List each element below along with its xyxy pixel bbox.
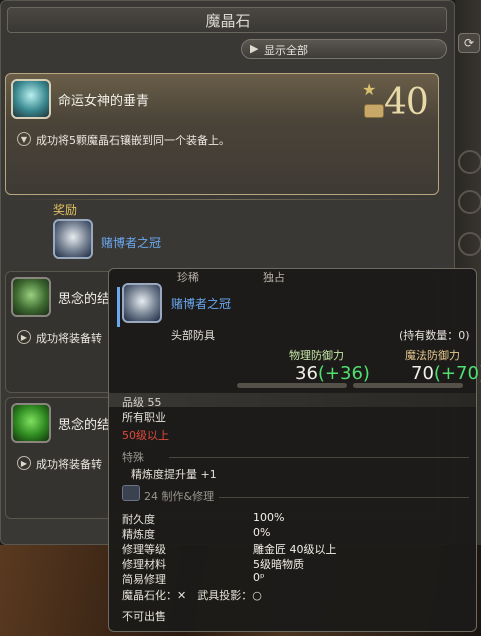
- stat-value: 100%: [253, 511, 285, 524]
- stat-label: 修理材料: [122, 558, 166, 571]
- unsellable-note: 不可出售: [122, 610, 166, 623]
- item-level: 品级 55: [122, 396, 162, 409]
- expand-icon[interactable]: ▶: [17, 456, 31, 470]
- achievement-title: 思念的结: [58, 418, 111, 433]
- stat-value: 雕金匠 40级以上: [253, 543, 337, 556]
- phys-def-value: 36(+36): [295, 363, 370, 384]
- window-title: 魔晶石: [205, 12, 251, 30]
- reward-divider: [11, 199, 436, 200]
- divider: [169, 457, 469, 458]
- mag-def-value: 70(+70): [411, 363, 481, 384]
- materia-info: 魔晶石化：✕ 武具投影：○: [122, 589, 262, 602]
- show-all-arrow-icon: ▶: [250, 42, 259, 55]
- achievement-icon: [11, 79, 51, 119]
- expand-icon[interactable]: ▼: [17, 132, 31, 146]
- stat-label: 精炼度: [122, 528, 155, 541]
- item-level-strip: [109, 393, 476, 407]
- achievement-description: 成功将5颗魔晶石镶嵌到同一个装备上。: [36, 134, 230, 147]
- sync-icon[interactable]: ⟳: [458, 33, 480, 53]
- mag-def-label: 魔法防御力: [405, 349, 460, 362]
- owned-count: (持有数量：0): [399, 329, 470, 342]
- expand-icon[interactable]: ▶: [17, 330, 31, 344]
- item-category: 头部防具: [171, 329, 215, 342]
- stat-label: 简易修理: [122, 573, 166, 586]
- phys-def-label: 物理防御力: [289, 349, 344, 362]
- phys-def-bar: [237, 383, 347, 388]
- required-level: 50级以上: [122, 429, 169, 442]
- side-ring-icon: [458, 190, 481, 214]
- unique-tag: 独占: [263, 271, 285, 284]
- mag-def-bar: [353, 383, 463, 388]
- job-restriction: 所有职业: [122, 411, 166, 424]
- show-all-button[interactable]: ▶ 显示全部: [241, 39, 447, 59]
- green-materia-icon: [11, 403, 51, 443]
- stat-label: 耐久度: [122, 513, 155, 526]
- show-all-label: 显示全部: [264, 44, 308, 57]
- achievement-card[interactable]: 命运女神的垂青 ★ 40 ▼ 成功将5颗魔晶石镶嵌到同一个装备上。: [5, 73, 439, 195]
- rarity-tag: 珍稀: [177, 271, 199, 284]
- achievement-points: 40: [384, 82, 429, 123]
- stat-value: 0%: [253, 526, 271, 539]
- item-name: 赌博者之冠: [171, 297, 232, 311]
- divider: [219, 497, 469, 498]
- reward-name[interactable]: 赌博者之冠: [101, 234, 161, 251]
- craft-label: 24 制作&修理: [144, 490, 215, 503]
- stat-label: 修理等级: [122, 543, 166, 556]
- craft-icon: [122, 485, 140, 501]
- side-ring-icon: [458, 150, 481, 174]
- stat-value: 5级暗物质: [253, 558, 304, 571]
- selection-accent: [117, 287, 120, 327]
- achievement-title: 命运女神的垂青: [58, 94, 150, 109]
- item-tooltip: 珍稀 独占 赌博者之冠 头部防具 (持有数量：0) 物理防御力 魔法防御力 36…: [108, 268, 481, 632]
- achievement-description: 成功将装备转: [36, 458, 102, 471]
- crown-icon[interactable]: [53, 219, 93, 259]
- star-icon: ★: [362, 80, 377, 99]
- achievement-title: 思念的结: [58, 292, 111, 307]
- reward-label: 奖励: [53, 203, 78, 217]
- title-bar: 魔晶石: [7, 7, 447, 33]
- special-label: 特殊: [122, 451, 144, 464]
- green-materia-icon: [11, 277, 51, 317]
- crown-icon: [122, 283, 162, 323]
- side-ring-icon: [458, 232, 481, 256]
- stat-value: 0ᵖ: [253, 571, 265, 584]
- achievement-description: 成功将装备转: [36, 332, 102, 345]
- chest-icon: [364, 104, 384, 118]
- special-value: 精炼度提升量 +1: [131, 468, 217, 481]
